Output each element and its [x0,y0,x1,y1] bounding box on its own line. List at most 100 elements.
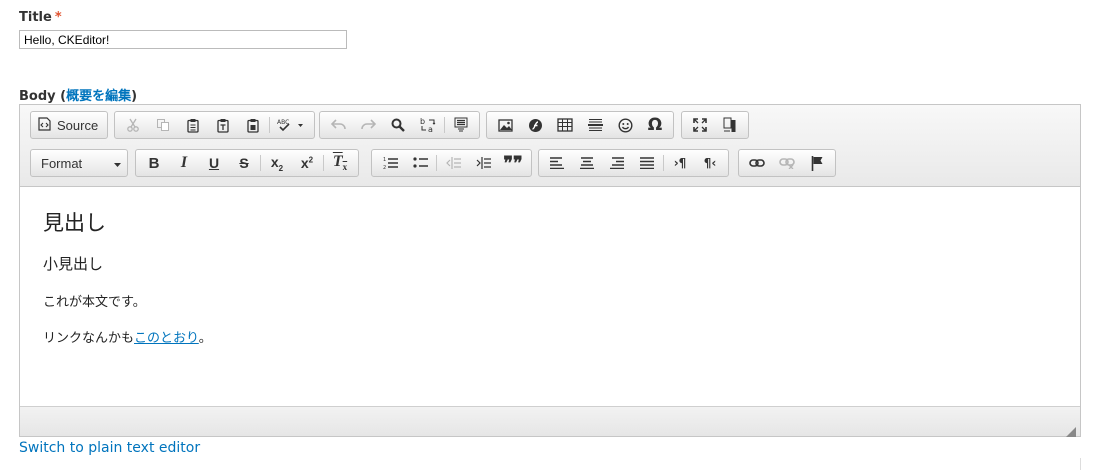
maximize-button[interactable] [685,113,715,137]
copy-button[interactable] [148,113,178,137]
svg-text:1: 1 [383,157,386,163]
edit-summary-link[interactable]: 概要を編集 [66,89,131,104]
ltr-icon: ›¶ [673,156,687,170]
numbered-list-icon: 12 [383,156,398,170]
italic-button[interactable]: I [169,151,199,175]
title-label: Title * [19,10,62,25]
omega-icon: Ω [647,115,663,135]
toolbar-separator [269,117,270,133]
unlink-button[interactable] [772,151,802,175]
smiley-icon [617,117,633,133]
links-group [738,149,836,177]
special-char-button[interactable]: Ω [640,113,670,137]
rtl-button[interactable]: ¶‹ [695,151,725,175]
undo-icon [330,119,346,131]
superscript-button[interactable]: x2 [292,151,322,175]
flash-button[interactable] [520,113,550,137]
content-link[interactable]: このとおり [134,331,199,346]
strikethrough-button[interactable]: S [229,151,259,175]
select-all-icon [454,117,468,133]
svg-text:2: 2 [383,165,386,170]
remove-format-button[interactable]: Tx [325,151,355,175]
content-paragraph-with-link[interactable]: リンクなんかもこのとおり。 [43,327,212,346]
source-button[interactable]: Source [34,116,104,134]
rtl-icon: ¶‹ [703,156,717,170]
bulleted-list-button[interactable] [405,151,435,175]
show-blocks-button[interactable] [715,113,745,137]
align-right-icon [610,157,624,169]
underline-icon: U [208,155,220,171]
required-mark: * [54,10,62,25]
editor-bottom-bar [20,406,1080,437]
editor-toolbar: Source ABC b a Ω Format B I U S x2 x2 Tx… [20,105,1080,187]
align-right-button[interactable] [602,151,632,175]
outdent-icon [445,156,461,170]
blockquote-button[interactable]: ❞❞ [498,151,528,175]
smiley-button[interactable] [610,113,640,137]
basic-styles-group: B I U S x2 x2 Tx [135,149,359,177]
source-group: Source [30,111,109,139]
resize-grip-icon [1066,422,1076,441]
justify-button[interactable] [632,151,662,175]
source-icon [38,116,51,134]
undo-group: ba [319,111,480,139]
paste-word-button[interactable] [238,113,268,137]
paste-text-icon [216,118,230,133]
indent-icon [476,156,491,170]
underline-button[interactable]: U [199,151,229,175]
select-all-button[interactable] [446,113,476,137]
body-label: Body (概要を編集) [19,89,138,104]
maximize-icon [693,118,707,132]
link-icon [749,158,765,168]
bold-button[interactable]: B [139,151,169,175]
show-blocks-icon [723,117,737,133]
link-button[interactable] [742,151,772,175]
anchor-button[interactable] [802,151,832,175]
cut-button[interactable] [118,113,148,137]
undo-button[interactable] [323,113,353,137]
paste-button[interactable] [178,113,208,137]
bulleted-list-icon [412,156,428,170]
image-button[interactable] [490,113,520,137]
search-icon [391,118,405,132]
clipboard-group: ABC [114,111,315,139]
find-button[interactable] [383,113,413,137]
flag-icon [811,155,824,171]
svg-text:b: b [420,117,425,126]
numbered-list-button[interactable]: 12 [375,151,405,175]
format-select[interactable]: Format [30,149,128,177]
horizontal-rule-button[interactable] [580,113,610,137]
resize-handle[interactable] [1066,422,1076,437]
table-icon [557,118,573,132]
align-left-button[interactable] [542,151,572,175]
content-heading-1[interactable]: 見出し [43,207,106,237]
replace-button[interactable]: ba [413,113,443,137]
redo-button[interactable] [353,113,383,137]
divider [1080,458,1081,470]
paragraph-group: 12 ❞❞ [371,149,532,177]
editor-content[interactable]: 見出し 小見出し これが本文です。 リンクなんかもこのとおり。 [20,187,1080,407]
toolbar-separator [436,155,437,171]
ltr-button[interactable]: ›¶ [665,151,695,175]
switch-plain-text-link[interactable]: Switch to plain text editor [19,440,200,456]
spellcheck-button[interactable]: ABC [271,113,311,137]
toolbar-separator [260,155,261,171]
redo-icon [360,119,376,131]
paste-text-button[interactable] [208,113,238,137]
table-button[interactable] [550,113,580,137]
content-heading-2[interactable]: 小見出し [43,253,103,274]
indent-button[interactable] [468,151,498,175]
flash-icon [528,118,543,133]
outdent-button[interactable] [438,151,468,175]
align-center-icon [580,157,594,169]
unlink-icon [779,157,795,169]
copy-icon [156,118,170,132]
subscript-button[interactable]: x2 [262,151,292,175]
insert-group: Ω [486,111,674,139]
chevron-down-icon [114,156,121,171]
align-center-button[interactable] [572,151,602,175]
content-paragraph[interactable]: これが本文です。 [43,291,146,310]
spellcheck-icon: ABC [277,118,305,132]
title-input[interactable] [19,30,347,49]
replace-icon: ba [420,117,436,133]
